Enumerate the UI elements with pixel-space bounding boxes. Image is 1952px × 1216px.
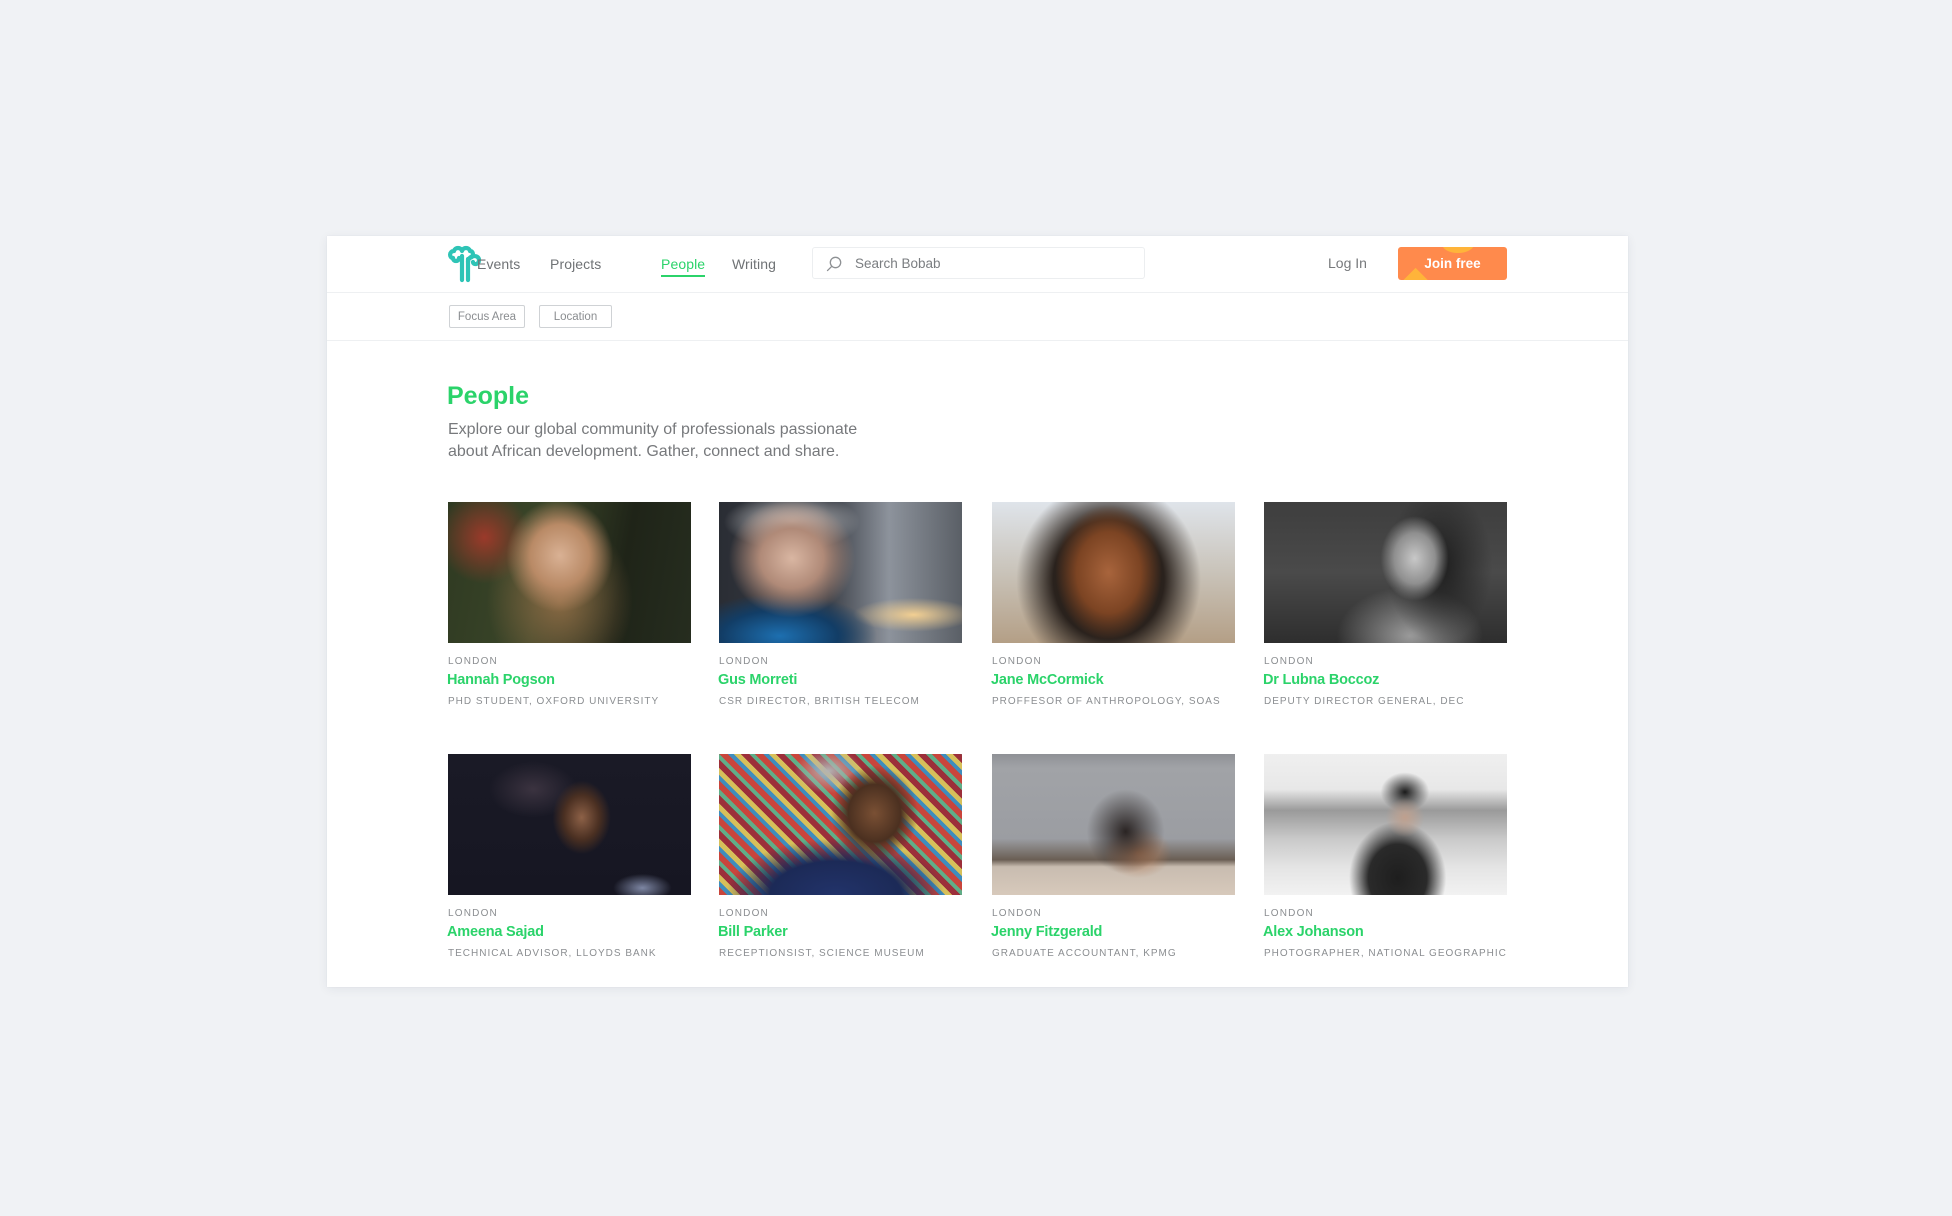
person-name-link[interactable]: Ameena Sajad — [447, 924, 544, 940]
join-free-button[interactable]: Join free — [1398, 247, 1507, 280]
person-photo[interactable] — [992, 754, 1235, 895]
person-photo[interactable] — [448, 754, 691, 895]
nav-link-writing[interactable]: Writing — [732, 256, 776, 272]
page-intro: Explore our global community of professi… — [448, 419, 918, 462]
person-role: TECHNICAL ADVISOR, LLOYDS BANK — [448, 948, 657, 959]
search-box[interactable] — [812, 247, 1145, 279]
person-role: PHOTOGRAPHER, NATIONAL GEOGRAPHIC — [1264, 948, 1507, 959]
filter-location-button[interactable]: Location — [539, 305, 612, 328]
person-location: LONDON — [448, 656, 498, 667]
person-role: CSR DIRECTOR, BRITISH TELECOM — [719, 696, 920, 707]
person-name-link[interactable]: Alex Johanson — [1263, 924, 1364, 940]
person-photo[interactable] — [992, 502, 1235, 643]
nav-link-projects[interactable]: Projects — [550, 256, 601, 272]
app-window: Events Projects People Writing Log In Jo… — [327, 236, 1628, 987]
person-location: LONDON — [719, 908, 769, 919]
decorative-blob — [1442, 247, 1474, 253]
person-photo[interactable] — [1264, 502, 1507, 643]
person-name-link[interactable]: Jane McCormick — [991, 672, 1104, 688]
person-location: LONDON — [719, 656, 769, 667]
nav-link-people[interactable]: People — [661, 256, 706, 277]
person-role: RECEPTIONSIST, SCIENCE MUSEUM — [719, 948, 925, 959]
person-photo[interactable] — [719, 754, 962, 895]
intro-line: about African development. Gather, conne… — [448, 442, 840, 460]
person-name-link[interactable]: Jenny Fitzgerald — [991, 924, 1102, 940]
person-photo[interactable] — [1264, 754, 1507, 895]
person-name-link[interactable]: Dr Lubna Boccoz — [1263, 672, 1379, 688]
join-free-label: Join free — [1424, 256, 1481, 271]
person-role: GRADUATE ACCOUNTANT, KPMG — [992, 948, 1177, 959]
login-link[interactable]: Log In — [1328, 255, 1367, 271]
person-name-link[interactable]: Hannah Pogson — [447, 672, 555, 688]
person-name-link[interactable]: Gus Morreti — [718, 672, 797, 688]
filter-bar: Focus Area Location — [327, 293, 1628, 341]
person-role: PHD STUDENT, OXFORD UNIVERSITY — [448, 696, 660, 707]
filter-focus-area-button[interactable]: Focus Area — [449, 305, 525, 328]
person-role: DEPUTY DIRECTOR GENERAL, DEC — [1264, 696, 1465, 707]
search-icon — [826, 256, 842, 272]
person-photo[interactable] — [719, 502, 962, 643]
page-title: People — [447, 382, 529, 410]
person-location: LONDON — [992, 656, 1042, 667]
top-navigation: Events Projects People Writing Log In Jo… — [327, 236, 1628, 293]
person-location: LONDON — [448, 908, 498, 919]
person-location: LONDON — [1264, 656, 1314, 667]
person-name-link[interactable]: Bill Parker — [718, 924, 788, 940]
person-role: PROFFESOR OF ANTHROPOLOGY, SOAS — [992, 696, 1221, 707]
person-location: LONDON — [1264, 908, 1314, 919]
intro-line: Explore our global community of professi… — [448, 421, 858, 438]
person-location: LONDON — [992, 908, 1042, 919]
search-input[interactable] — [855, 248, 1135, 278]
nav-link-events[interactable]: Events — [477, 256, 520, 272]
person-photo[interactable] — [448, 502, 691, 643]
